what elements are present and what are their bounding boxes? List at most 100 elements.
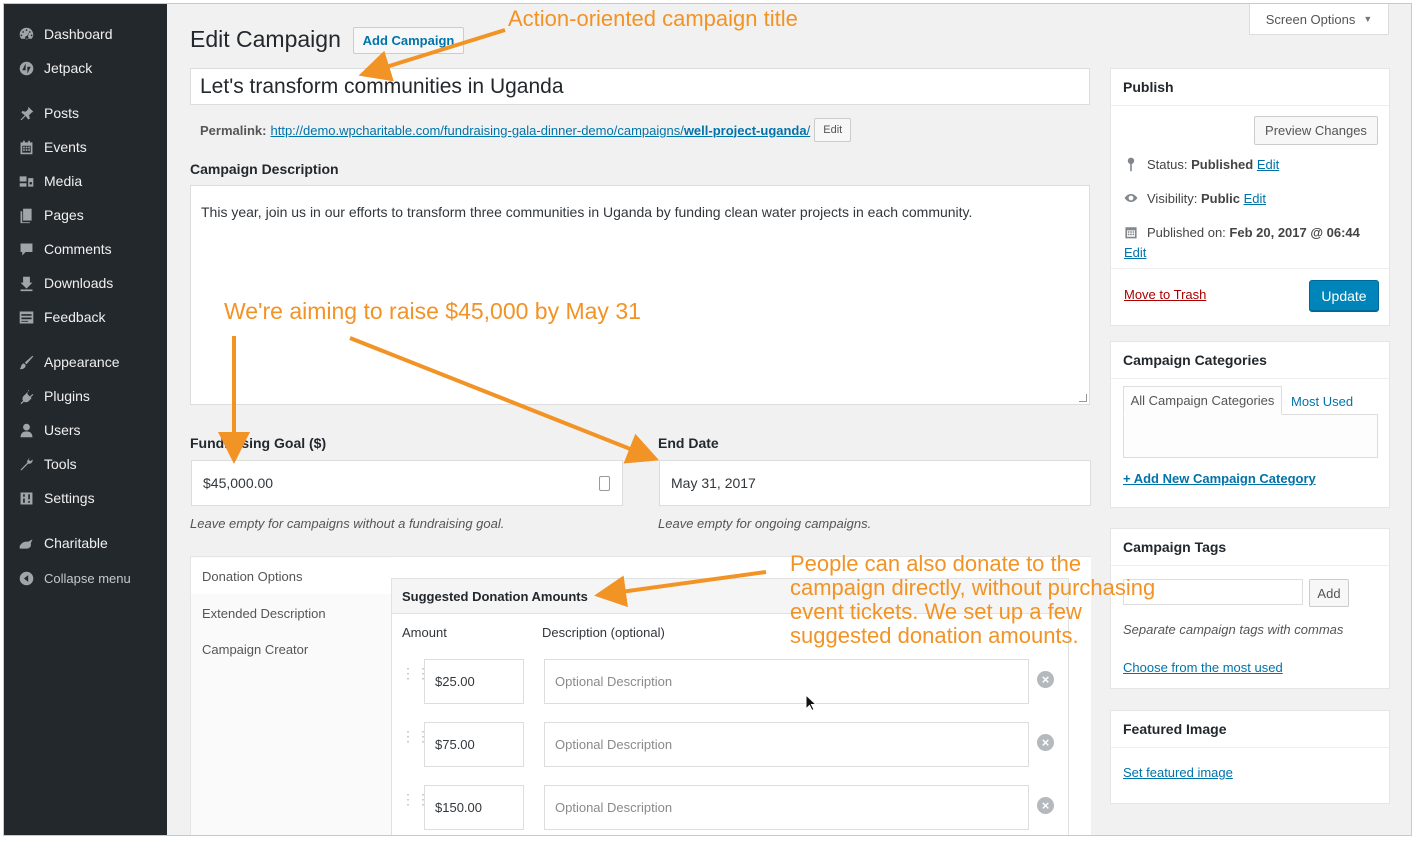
sidebar-item-label: Plugins (44, 388, 90, 404)
resize-handle[interactable] (1079, 394, 1087, 402)
pin-icon (1127, 157, 1135, 172)
published-edit-link[interactable]: Edit (1124, 245, 1146, 260)
move-to-trash-link[interactable]: Move to Trash (1124, 287, 1206, 302)
download-icon (16, 273, 36, 293)
sidebar-item-label: Users (44, 422, 81, 438)
update-button[interactable]: Update (1309, 280, 1379, 312)
admin-sidebar: Dashboard Jetpack Posts Events Media Pag… (4, 4, 167, 835)
sidebar-item-comments[interactable]: Comments (4, 234, 167, 264)
sidebar-item-feedback[interactable]: Feedback (4, 302, 167, 332)
categories-title: Campaign Categories (1111, 342, 1389, 379)
end-date-input[interactable]: May 31, 2017 (659, 460, 1091, 506)
preview-changes-button[interactable]: Preview Changes (1254, 116, 1378, 145)
sidebar-item-dashboard[interactable]: Dashboard (4, 19, 167, 49)
tab-donation-options[interactable]: Donation Options (191, 558, 393, 594)
status-row: Status: Published Edit (1123, 156, 1279, 172)
end-date-label: End Date (658, 435, 719, 451)
mouse-cursor-icon (805, 694, 817, 712)
eye-icon (1124, 194, 1138, 202)
published-row: Published on: Feb 20, 2017 @ 06:44 (1123, 224, 1360, 240)
end-date-hint: Leave empty for ongoing campaigns. (658, 516, 872, 531)
featured-image-title: Featured Image (1111, 711, 1389, 748)
comment-icon (16, 239, 36, 259)
permalink: Permalink: http://demo.wpcharitable.com/… (200, 118, 852, 142)
tab-most-used[interactable]: Most Used (1291, 394, 1353, 409)
goal-hint: Leave empty for campaigns without a fund… (190, 516, 505, 531)
collapse-menu-button[interactable]: Collapse menu (4, 563, 167, 593)
pages-icon (16, 205, 36, 225)
sidebar-item-pages[interactable]: Pages (4, 200, 167, 230)
sidebar-item-media[interactable]: Media (4, 166, 167, 196)
sidebar-item-label: Jetpack (44, 60, 93, 76)
description-input[interactable]: Optional Description (544, 659, 1029, 704)
sidebar-item-label: Comments (44, 241, 112, 257)
add-tag-button[interactable]: Add (1309, 579, 1349, 607)
sidebar-item-label: Downloads (44, 275, 114, 291)
sidebar-item-settings[interactable]: Settings (4, 483, 167, 513)
wrench-icon (16, 454, 36, 474)
table-row: ⋮⋮ $75.00 Optional Description × (392, 714, 1068, 777)
calculator-icon (599, 476, 610, 491)
annotation-donate-note: People can also donate to the campaign d… (790, 552, 1155, 648)
amount-input[interactable]: $75.00 (424, 722, 524, 767)
sidebar-item-appearance[interactable]: Appearance (4, 347, 167, 377)
set-featured-image-link[interactable]: Set featured image (1123, 765, 1233, 780)
permalink-label: Permalink: (200, 122, 267, 138)
tab-campaign-creator[interactable]: Campaign Creator (191, 631, 392, 667)
campaign-title-input[interactable]: Let's transform communities in Uganda (190, 68, 1090, 105)
goal-input[interactable]: $45,000.00 (191, 460, 623, 506)
permalink-link[interactable]: http://demo.wpcharitable.com/fundraising… (270, 123, 810, 138)
amount-input[interactable]: $150.00 (424, 785, 524, 830)
sidebar-item-label: Feedback (44, 309, 106, 325)
add-campaign-button[interactable]: Add Campaign (353, 27, 464, 54)
drag-handle-icon[interactable]: ⋮⋮ (401, 666, 430, 688)
drag-handle-icon[interactable]: ⋮⋮ (401, 729, 430, 751)
screen-options-button[interactable]: Screen Options ▼ (1249, 4, 1389, 35)
table-row: ⋮⋮ $25.00 Optional Description × (392, 651, 1068, 714)
remove-row-icon[interactable]: × (1037, 797, 1054, 814)
choose-most-used-tags-link[interactable]: Choose from the most used (1123, 660, 1283, 675)
drag-handle-icon[interactable]: ⋮⋮ (401, 792, 430, 814)
sidebar-item-posts[interactable]: Posts (4, 98, 167, 128)
sidebar-item-plugins[interactable]: Plugins (4, 381, 167, 411)
caret-down-icon: ▼ (1363, 14, 1373, 24)
permalink-slug: well-project-uganda (683, 122, 807, 138)
description-input[interactable]: Optional Description (544, 785, 1029, 830)
annotation-donate-line: campaign directly, without purchasing (790, 575, 1156, 600)
goal-label: Fundraising Goal ($) (190, 435, 327, 451)
categories-list (1123, 414, 1378, 458)
description-column-header: Description (optional) (542, 625, 665, 640)
sidebar-item-events[interactable]: Events (4, 132, 167, 162)
charitable-icon (16, 533, 36, 553)
status-edit-link[interactable]: Edit (1257, 157, 1279, 172)
goal-value: $45,000.00 (203, 475, 274, 491)
visibility-row: Visibility: Public Edit (1123, 190, 1266, 206)
brush-icon (16, 352, 36, 372)
permalink-edit-button[interactable]: Edit (814, 118, 852, 142)
permalink-end: / (806, 122, 811, 138)
visibility-edit-link[interactable]: Edit (1244, 191, 1266, 206)
remove-row-icon[interactable]: × (1037, 671, 1054, 688)
sidebar-item-charitable[interactable]: Charitable (4, 528, 167, 558)
sidebar-item-downloads[interactable]: Downloads (4, 268, 167, 298)
visibility-value: Public (1200, 190, 1240, 206)
plug-icon (16, 386, 36, 406)
sidebar-item-label: Events (44, 139, 87, 155)
add-new-category-link[interactable]: + Add New Campaign Category (1123, 471, 1316, 486)
sidebar-item-tools[interactable]: Tools (4, 449, 167, 479)
calendar-icon (1125, 227, 1137, 239)
campaign-tabs: Donation Options Extended Description Ca… (190, 556, 393, 835)
tab-all-categories[interactable]: All Campaign Categories (1123, 386, 1282, 415)
calendar-icon (16, 137, 36, 157)
campaign-description-textarea[interactable]: This year, join us in our efforts to tra… (190, 185, 1090, 405)
annotation-title-note: Action-oriented campaign title (508, 6, 798, 31)
sidebar-item-users[interactable]: Users (4, 415, 167, 445)
sidebar-item-jetpack[interactable]: Jetpack (4, 53, 167, 83)
sidebar-item-label: Dashboard (44, 26, 113, 42)
amount-input[interactable]: $25.00 (424, 659, 524, 704)
status-value: Published (1191, 156, 1254, 172)
divider (1111, 268, 1389, 269)
remove-row-icon[interactable]: × (1037, 734, 1054, 751)
tab-extended-description[interactable]: Extended Description (191, 595, 392, 631)
description-input[interactable]: Optional Description (544, 722, 1029, 767)
